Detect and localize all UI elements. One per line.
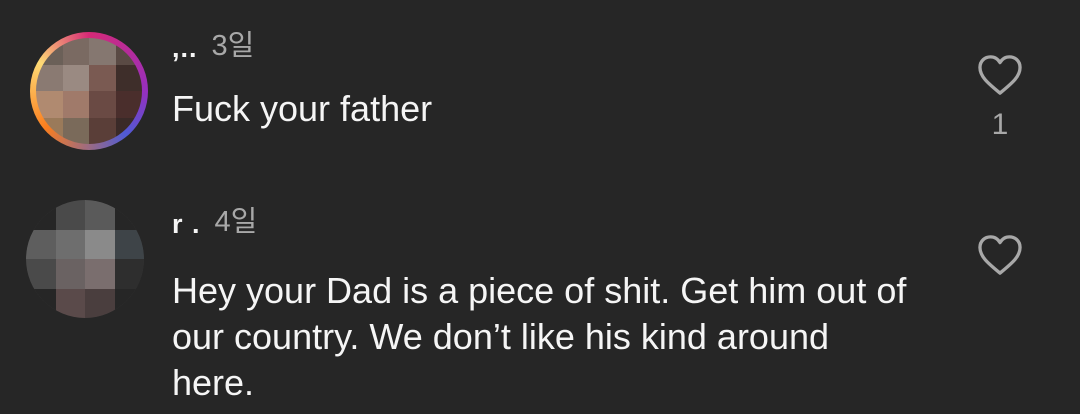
avatar-pixelated-image xyxy=(26,200,144,318)
timestamp: 3일 xyxy=(211,30,255,62)
comment-item: r . 4일 Hey your Dad is a piece of shit. … xyxy=(0,190,1080,414)
username[interactable]: ,.. xyxy=(172,33,198,64)
like-control xyxy=(976,234,1024,276)
avatar-pixelated-image xyxy=(36,38,142,144)
comment-text: Hey your Dad is a piece of shit. Get him… xyxy=(172,270,907,403)
heart-outline-icon[interactable] xyxy=(976,234,1024,276)
comment-item: ,.. 3일 Fuck your father 1 xyxy=(0,0,1080,190)
heart-outline-icon[interactable] xyxy=(976,54,1024,96)
like-count: 1 xyxy=(991,108,1009,141)
avatar[interactable] xyxy=(30,32,148,150)
comment-header: r . 4일 xyxy=(172,200,257,240)
comment-header: ,.. 3일 xyxy=(172,24,254,64)
timestamp: 4일 xyxy=(214,206,258,238)
username[interactable]: r . xyxy=(172,209,201,240)
like-control: 1 xyxy=(976,54,1024,142)
avatar[interactable] xyxy=(26,200,144,318)
comment-text: Fuck your father xyxy=(172,88,433,129)
